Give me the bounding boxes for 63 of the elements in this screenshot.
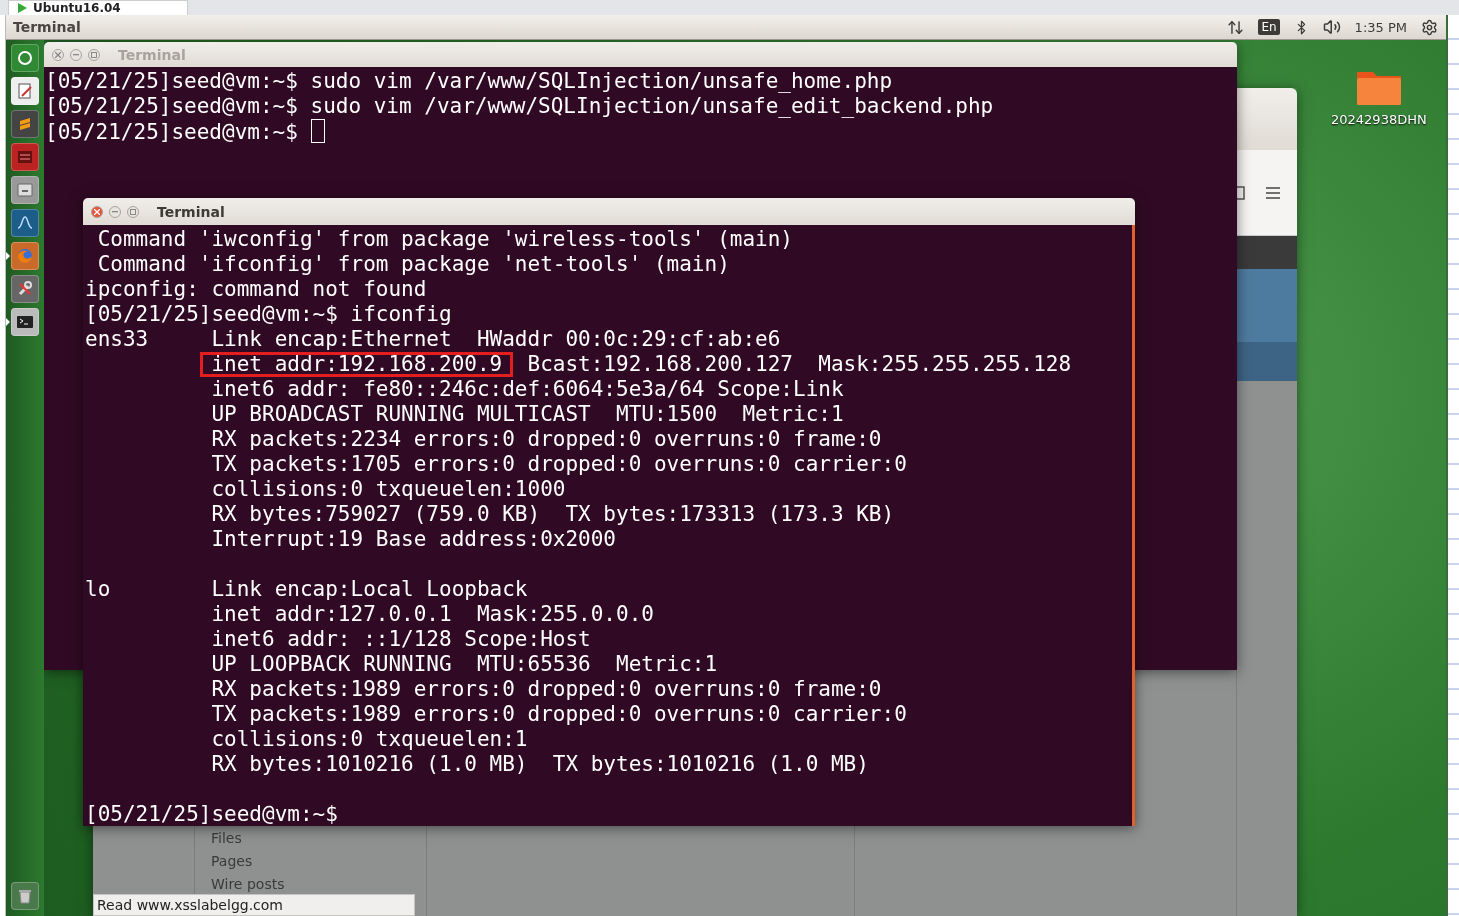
close-button[interactable]	[52, 48, 64, 61]
window-title: Terminal	[118, 46, 186, 63]
waveform-icon[interactable]	[11, 208, 39, 237]
terminal-line: [05/21/25]seed@vm:~$ sudo vim /var/www/SQLInjection/unsafe_home.php	[45, 69, 894, 94]
maximize-icon	[91, 51, 97, 58]
minimize-button[interactable]	[70, 48, 82, 61]
folder-label[interactable]: 20242938DHN	[1331, 112, 1427, 127]
terminal-line: RX packets:1989 errors:0 dropped:0 overruns:0 frame:0	[210, 677, 883, 702]
maximize-button[interactable]	[88, 48, 100, 61]
terminal-line: [05/21/25]seed@vm:~$	[45, 119, 1237, 144]
close-button[interactable]	[91, 205, 103, 218]
browser-logo-icon[interactable]	[11, 241, 39, 270]
vm-tab[interactable]: Ubuntu16.04	[8, 0, 188, 15]
terminal-line: UP BROADCAST RUNNING MULTICAST MTU:1500 Metric:1	[210, 402, 845, 427]
terminal-line: [05/21/25]seed@vm:~$ ifconfig	[85, 302, 453, 327]
play-icon	[17, 3, 27, 13]
sidebar-link[interactable]: Wire posts	[211, 876, 426, 892]
sidebar-link[interactable]: Files	[211, 830, 426, 846]
archive-box-icon[interactable]	[11, 175, 39, 204]
sublime-logo-icon[interactable]	[11, 109, 39, 138]
spreadsheet-icon[interactable]	[11, 142, 39, 171]
status-bar: Read www.xsslabelgg.com	[93, 894, 415, 916]
close-icon	[94, 208, 100, 215]
terminal-line: collisions:0 txqueuelen:1	[210, 727, 529, 752]
terminal-line: inet6 addr: fe80::246c:def:6064:5e3a/64 Scope:Link	[210, 377, 845, 402]
menu-icon	[1266, 186, 1280, 199]
terminal-line: [05/21/25]seed@vm:~$ sudo vim /var/www/SQLInjection/unsafe_edit_backend.php	[45, 94, 995, 119]
maximize-button[interactable]	[127, 205, 139, 218]
terminal-line: lo Link encap:Local Loopback	[85, 577, 529, 602]
settings-icon[interactable]	[1421, 18, 1438, 36]
circle-logo-icon[interactable]	[11, 43, 39, 72]
minimize-icon	[73, 53, 79, 56]
terminal-line: inet addr:127.0.0.1 Mask:255.0.0.0	[210, 602, 655, 627]
network-icon[interactable]	[1227, 18, 1245, 36]
clock[interactable]: 1:35 PM	[1354, 19, 1407, 35]
terminal-line: Command 'iwconfig' from package 'wireless-tools' (main)	[96, 227, 794, 252]
terminal-line: RX bytes:1010216 (1.0 MB) TX bytes:1010216 (1.0 MB)	[210, 752, 870, 777]
close-icon	[55, 51, 61, 58]
terminal-line: RX packets:2234 errors:0 dropped:0 overruns:0 frame:0	[210, 427, 883, 452]
window-title: Terminal	[157, 203, 225, 220]
terminal-line: UP LOOPBACK RUNNING MTU:65536 Metric:1	[210, 652, 719, 677]
maximize-icon	[130, 208, 136, 215]
terminal-line: TX packets:1989 errors:0 dropped:0 overruns:0 carrier:0	[210, 702, 908, 727]
terminal-line: inet addr:192.168.200.9 Bcast:192.168.200.127 Mask:255.255.255.128	[85, 352, 1132, 377]
keyboard-indicator[interactable]: En	[1258, 19, 1280, 35]
app-title: Terminal	[13, 19, 82, 35]
notepad-icon[interactable]	[11, 76, 39, 105]
terminal-line: collisions:0 txqueuelen:1000	[210, 477, 567, 502]
terminal-line: Interrupt:19 Base address:0x2000	[210, 527, 617, 552]
minimize-button[interactable]	[109, 205, 121, 218]
terminal-line: inet6 addr: ::1/128 Scope:Host	[210, 627, 592, 652]
volume-icon[interactable]	[1322, 18, 1341, 36]
sidebar-link[interactable]: Pages	[211, 853, 426, 869]
wrench-icon[interactable]	[11, 274, 39, 303]
terminal-line: RX bytes:759027 (759.0 KB) TX bytes:173313 (173.3 KB)	[210, 502, 896, 527]
terminal-line: ens33 Link encap:Ethernet HWaddr 00:0c:29:cf:ab:e6	[85, 327, 782, 352]
minimize-icon	[112, 210, 118, 213]
terminal-line: Command 'ifconfig' from package 'net-tools' (main)	[96, 252, 731, 277]
terminal-line: [05/21/25]seed@vm:~$	[85, 802, 339, 826]
terminal-line: TX packets:1705 errors:0 dropped:0 overruns:0 carrier:0	[210, 452, 908, 477]
terminal-line: ipconfig: command not found	[85, 277, 428, 302]
trash-icon[interactable]	[11, 881, 39, 910]
terminal-icon[interactable]	[11, 307, 39, 336]
